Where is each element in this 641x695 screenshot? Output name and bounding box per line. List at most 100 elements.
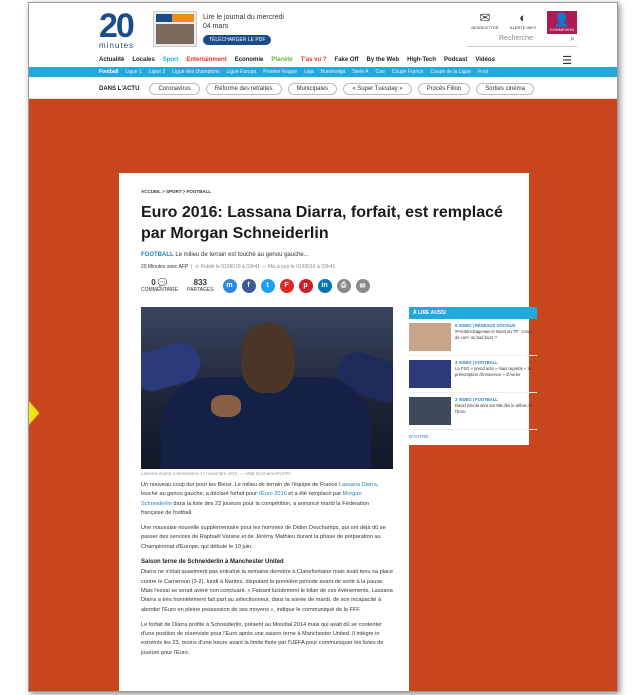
nav-item-podcast[interactable]: Podcast [444,57,467,63]
subnav-item[interactable]: Ligue 1 [125,69,141,75]
article-lede: FOOTBALL Le milieu de terrain est touché… [141,252,509,258]
author: 20 Minutes avec AFP [141,264,189,270]
sport-sub-navigation: Football Ligue 1 Ligue 2 Ligue des champion… [29,67,617,77]
nav-item-t-as-vu[interactable]: T'as vu ? [301,57,327,63]
hamburger-icon: ☰ [562,55,572,67]
user-icon: 👤 [553,12,571,27]
print-share-icon[interactable]: ⎙ [336,278,351,293]
shares-counter: 833 PARTAGES [187,278,213,293]
trending-pill[interactable]: Réforme des retraites [205,82,282,95]
subnav-item[interactable]: Ligue des champions [172,69,219,75]
nav-item-locales[interactable]: Locales [132,57,154,63]
alerts-button[interactable]: ◐ ALERTE INFO [509,10,537,31]
subnav-item[interactable]: Foot [478,69,488,75]
site-logo[interactable]: 20 minutes [99,9,141,51]
browser-viewport: 20 minutes Lire le journal du mercredi 0… [28,2,618,692]
read-also-thumbnail [409,397,451,425]
nav-item-sport[interactable]: Sport [163,57,179,63]
search-placeholder: Recherche [499,35,533,42]
nav-item-fake-off[interactable]: Fake Off [335,57,359,63]
trending-bar: DANS L'ACTU Coronavirus Réforme des retra… [29,79,617,99]
site-header: 20 minutes Lire le journal du mercredi 0… [29,3,617,99]
trending-pill[interactable]: Sorties cinéma [476,82,534,95]
subnav-item[interactable]: Premier league [263,69,297,75]
subnav-item[interactable]: Can [376,69,385,75]
paragraph-3: Diarra ne s'était quasiment pas entraîné… [141,569,393,613]
flipboard-share-icon[interactable]: F [279,278,294,293]
logo-subtitle: minutes [99,41,135,50]
read-also-heading: À LIRE AUSSI [409,307,537,319]
logo-number: 20 [99,7,135,45]
email-share-icon[interactable]: ✉ [355,278,370,293]
pointer-arrow [29,400,40,426]
main-navigation: Actualité Locales Sport Entertainment Econom… [99,57,495,63]
newsletter-button[interactable]: ✉ NEWSLETTER [471,10,499,31]
subnav-item[interactable]: Bundesliga [321,69,346,75]
linkedin-share-icon[interactable]: in [317,278,332,293]
download-pdf-button[interactable]: TÉLÉCHARGER LE PDF [203,35,272,45]
read-also-item[interactable]: 3 VIDEO | FOOTBALL David Ginola sera sur … [409,393,537,430]
trending-pill[interactable]: Municipales [287,82,338,95]
nav-item-by-the-web[interactable]: By the Web [367,57,400,63]
read-also-title: David Ginola sera sur M6 dès le début de… [455,403,533,414]
subnav-item[interactable]: Football [99,69,118,75]
promo-text: Lire le journal du mercredi 04 mars [203,14,284,30]
nav-item-high-tech[interactable]: High-Tech [407,57,436,63]
article-title: Euro 2016: Lassana Diarra, forfait, est … [141,204,503,242]
more-link[interactable]: D'AUTRE [409,434,537,439]
comments-label: COMMENTAIRE [141,287,179,293]
toggle-icon: ◐ [519,10,527,25]
article-photo[interactable] [141,307,393,469]
subnav-item[interactable]: Coupe France [392,69,424,75]
subnav-item[interactable]: Liga [304,69,313,75]
newsletter-label: NEWSLETTER [471,25,499,30]
nav-item-actualit[interactable]: Actualité [99,57,124,63]
category-link[interactable]: FOOTBALL [141,252,174,258]
search-icon[interactable]: ⌕ [570,33,575,44]
advertisement[interactable] [409,445,537,691]
search-input[interactable]: Recherche ⌕ [467,33,577,47]
subnav-item[interactable]: Serie A [352,69,368,75]
read-also-text: 3 VIDEO | FOOTBALL La FSG « prend acte » … [455,360,537,388]
euro-2016-link[interactable]: l'Euro 2016 [259,491,287,497]
read-also-thumbnail [409,360,451,388]
read-also-title: La FSG « prend acte » mais regrette « la… [455,366,531,377]
messenger-share-icon[interactable]: m [222,278,237,293]
read-also-item[interactable]: 3 VIDEO | FOOTBALL La FSG « prend acte » … [409,356,537,393]
paragraph-2: Une mauvaise nouvelle supplémentaire pou… [141,525,386,550]
comments-counter[interactable]: 0 💬 COMMENTAIRE [141,278,178,293]
newspaper-promo[interactable]: Lire le journal du mercredi 04 mars TÉLÉ… [153,11,293,49]
photo-caption: Lassana Diarra à Montréal le 17 novembre… [141,471,292,476]
connect-label: CONNEXION [549,27,575,32]
envelope-icon: ✉ [479,10,491,25]
nav-item-entertainment[interactable]: Entertainment [186,57,226,63]
comments-count: 0 [151,278,156,287]
twitter-share-icon[interactable]: t [260,278,275,293]
comment-icon: 💬 [157,278,168,287]
alerts-label: ALERTE INFO [509,25,537,30]
lede-text: Le milieu de terrain est touché au genou… [175,252,309,258]
shares-label: PARTAGES [187,287,214,293]
trending-pill[interactable]: Coronavirus [149,82,200,95]
connect-button[interactable]: 👤 CONNEXION [547,11,577,34]
byline: 20 Minutes avec AFP | ⊙ Publié le 01/06/… [141,264,336,270]
share-bar: 0 💬 COMMENTAIRE 833 PARTAGES m f t Fp in ⎙ ✉ [141,278,509,293]
shares-count: 833 [193,278,208,287]
trending-pill[interactable]: Procès Fillon [417,82,471,95]
read-also-text: 5 VIDEO | RÉSEAUX SOCIAUX #FrédéricDagena… [455,323,537,351]
facebook-share-icon[interactable]: f [241,278,256,293]
nav-item-economie[interactable]: Economie [235,57,264,63]
breadcrumb[interactable]: ACCUEIL > SPORT > FOOTBALL [141,189,509,194]
subnav-item[interactable]: Ligue Europa [227,69,257,75]
publish-date: Publié le 01/06/16 à 03h41 — Mis à jour … [200,264,336,270]
nav-item-vid-os[interactable]: Vidéos [475,57,495,63]
trending-pill[interactable]: « Super Tuesday » [343,82,412,95]
player-link-diarra[interactable]: Lassana Diarra [339,482,377,488]
article-card: ACCUEIL > SPORT > FOOTBALL Euro 2016: La… [119,173,537,691]
pinterest-share-icon[interactable]: p [298,278,313,293]
subnav-item[interactable]: Ligue 2 [149,69,165,75]
read-also-panel: À LIRE AUSSI 5 VIDEO | RÉSEAUX SOCIAUX #F… [409,307,537,439]
read-also-item[interactable]: 5 VIDEO | RÉSEAUX SOCIAUX #FrédéricDagena… [409,319,537,356]
nav-item-plan-te[interactable]: Planète [271,57,292,63]
subnav-item[interactable]: Coupe de la Ligue [430,69,471,75]
